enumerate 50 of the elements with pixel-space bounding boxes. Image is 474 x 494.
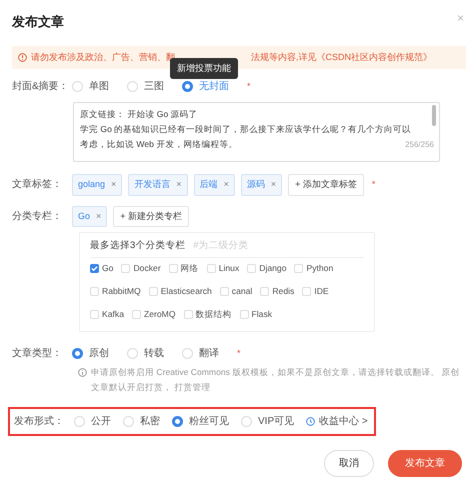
radio-option[interactable]: 转载 <box>127 346 164 361</box>
category-checkbox[interactable]: Django <box>247 262 286 276</box>
cancel-button[interactable]: 取消 <box>324 450 374 477</box>
dialog-title: 发布文章 <box>12 13 64 31</box>
field-label: 文章类型： <box>12 346 63 361</box>
note-text: 申请原创将启用 Creative Commons 版权模板，如果不是原创文章，请选择转载或翻译。 原创文章默认开启打赏， 打赏管理 <box>91 366 460 394</box>
category-checkbox[interactable]: Go <box>90 262 114 276</box>
summary-field[interactable]: 原文链接： 开始读 Go 源码了 学完 Go 的基础知识已经有一段时间了，那么接下来应该学什么呢？有几个方向可以 考虑，比如说 Web 开发，网络编程等。 256/256 <box>73 102 440 162</box>
add-tag-button[interactable]: + 添加文章标签 <box>288 174 364 196</box>
radio-option[interactable]: 公开 <box>74 414 111 429</box>
category-checkbox[interactable]: Redis <box>260 285 294 298</box>
radio-option[interactable]: 私密 <box>123 414 160 429</box>
radio-option[interactable]: 原创 <box>72 346 109 361</box>
char-counter: 256/256 <box>405 139 434 151</box>
clock-icon <box>306 417 316 426</box>
category-checkbox[interactable]: 数据结构 <box>184 308 232 321</box>
category-checkbox[interactable]: canal <box>220 285 252 298</box>
panel-hint: 最多选择3个分类专栏 <box>90 240 186 251</box>
field-label: 发布形式： <box>14 414 65 429</box>
info-icon <box>78 368 87 377</box>
category-checkbox[interactable]: 网络 <box>168 262 199 276</box>
radio-option[interactable]: VIP可见 <box>241 414 294 429</box>
earnings-link[interactable]: 收益中心 > <box>319 414 368 429</box>
radio-option[interactable]: 翻译 <box>182 346 219 361</box>
category-checkbox[interactable]: RabbitMQ <box>90 285 141 298</box>
required-mark: * <box>372 178 376 191</box>
new-category-button[interactable]: + 新建分类专栏 <box>113 206 190 227</box>
category-checkbox[interactable]: Python <box>294 262 334 276</box>
category-checkbox[interactable]: IDE <box>302 285 329 298</box>
category-checkbox[interactable]: Elasticsearch <box>148 285 212 298</box>
warning-icon <box>18 52 27 62</box>
scrollbar[interactable] <box>432 105 436 126</box>
field-label: 文章标签： <box>12 178 63 192</box>
category-checkbox[interactable]: ZeroMQ <box>132 308 176 321</box>
radio-option[interactable]: 粉丝可见 <box>172 414 229 429</box>
radio-option[interactable]: 无封面 <box>182 79 229 94</box>
tooltip: 新增投票功能 <box>170 58 238 79</box>
category-checkbox[interactable]: Linux <box>206 262 240 276</box>
category-checkbox[interactable]: Kafka <box>90 308 124 321</box>
publish-button[interactable]: 发布文章 <box>388 450 462 477</box>
required-mark: * <box>237 346 241 360</box>
field-label: 封面&摘要： <box>12 80 70 94</box>
radio-option[interactable]: 三图 <box>127 79 164 94</box>
field-label: 分类专栏： <box>12 210 63 224</box>
checkbox[interactable] <box>90 264 99 274</box>
category-checkbox[interactable]: Docker <box>121 262 161 276</box>
radio-option[interactable]: 单图 <box>72 79 109 94</box>
notice-text: 法规等内容, <box>251 50 299 64</box>
required-mark: * <box>247 80 251 93</box>
category-checkbox[interactable]: Flask <box>240 308 272 321</box>
